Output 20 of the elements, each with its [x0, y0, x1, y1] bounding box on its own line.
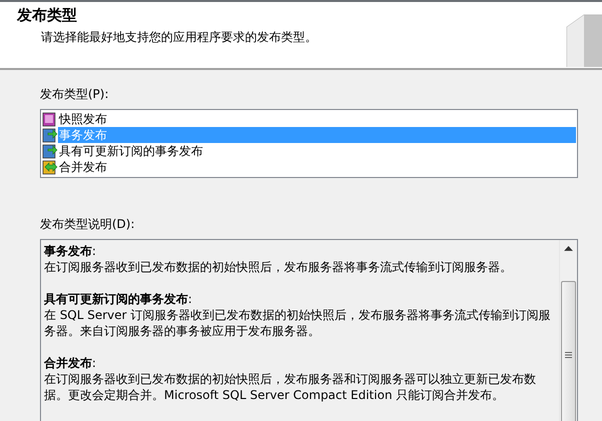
page-subtitle: 请选择能最好地支持您的应用程序要求的发布类型。 [40, 29, 317, 46]
description-text: 在 SQL Server 订阅服务器收到已发布数据的初始快照后，发布服务器将事务流式传输到订阅服务器。来自订阅服务器的事务被应用于发布服务器。 [44, 307, 552, 339]
list-item[interactable]: 具有可更新订阅的事务发布 [58, 143, 576, 159]
description-heading: 事务发布: [44, 243, 98, 259]
page-title: 发布类型 [17, 6, 78, 25]
list-item[interactable]: 快照发布 [58, 111, 576, 127]
description-heading: 具有可更新订阅的事务发布: [44, 291, 194, 307]
grip-icon [565, 352, 572, 358]
description-label: 发布类型说明(D): [40, 216, 136, 233]
scrollbar[interactable] [559, 240, 577, 421]
scroll-up-icon[interactable] [564, 246, 573, 251]
description-text: 在订阅服务器收到已发布数据的初始快照后，发布服务器将事务流式传输到订阅服务器。 [44, 259, 513, 275]
document-icon [42, 111, 58, 127]
description-heading: 合并发布: [44, 355, 98, 371]
merge-folder-icon [42, 159, 58, 175]
list-item[interactable]: 合并发布 [58, 159, 576, 175]
description-text: 在订阅服务器收到已发布数据的初始快照后，发布服务器和订阅服务器可以独立更新已发布数据。更改会定期合并。Microsoft SQL Server Compact Edition 只能订阅合并发布。 [44, 371, 537, 403]
list-label: 发布类型(P): [40, 86, 110, 103]
publication-type-list[interactable]: 快照发布 事务发布 具有可更新订阅的事务发布 合并发布 [40, 109, 578, 178]
scroll-thumb[interactable] [561, 280, 576, 421]
